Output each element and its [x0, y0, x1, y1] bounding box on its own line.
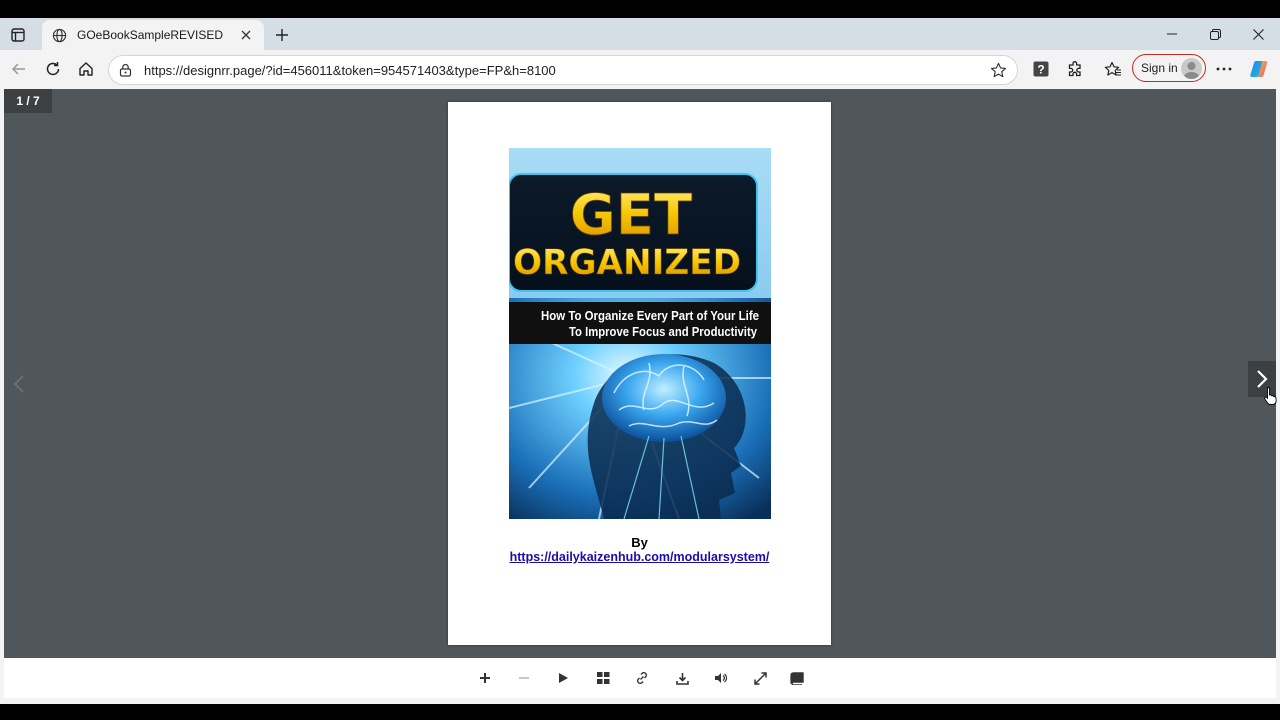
copilot-icon	[1250, 61, 1268, 77]
restore-button[interactable]	[1195, 22, 1235, 46]
back-button[interactable]	[5, 56, 33, 82]
screen: GOeBookSampleREVISED https://designrr.pa…	[0, 0, 1280, 720]
restore-icon	[1209, 28, 1221, 40]
by-text: By	[631, 535, 648, 550]
grid-icon	[596, 672, 609, 684]
close-tab-button[interactable]	[238, 27, 254, 43]
close-window-button[interactable]	[1238, 22, 1278, 46]
home-button[interactable]	[72, 56, 100, 82]
cover-title-line1: GET	[570, 183, 692, 248]
tab-title: GOeBookSampleREVISED	[77, 28, 224, 42]
extensions-icon	[1068, 60, 1081, 76]
avatar-icon	[1184, 62, 1199, 79]
ebook-page: GET ORGANIZED How To Organize Every Part…	[448, 102, 831, 645]
tab-bar: GOeBookSampleREVISED	[0, 18, 1280, 50]
minimize-button[interactable]	[1152, 22, 1192, 46]
book-icon	[790, 671, 804, 685]
autoplay-button[interactable]	[553, 668, 573, 688]
help-extension-button[interactable]: ?	[1027, 56, 1055, 82]
download-icon	[675, 672, 689, 685]
browser-tab[interactable]: GOeBookSampleREVISED	[42, 20, 264, 50]
fullscreen-icon	[753, 671, 767, 685]
minimize-icon	[1167, 33, 1177, 35]
book-cover-image: GET ORGANIZED How To Organize Every Part…	[509, 148, 771, 519]
tab-actions-icon	[11, 28, 25, 42]
chevron-left-icon	[13, 375, 24, 393]
tab-actions-button[interactable]	[4, 22, 32, 48]
favorites-icon	[1104, 61, 1121, 76]
page-counter: 1 / 7	[4, 89, 52, 113]
zoom-out-icon	[519, 677, 529, 679]
sound-button[interactable]	[711, 668, 731, 688]
zoom-out-button[interactable]	[514, 668, 534, 688]
play-icon	[559, 673, 568, 683]
hand-cursor-icon	[1264, 387, 1277, 405]
favorites-button[interactable]	[1099, 56, 1127, 82]
sign-in-label: Sign in	[1141, 61, 1178, 75]
cover-graphic: GET ORGANIZED How To Organize Every Part…	[509, 148, 771, 519]
author-link[interactable]: https://dailykaizenhub.com/modularsystem…	[448, 550, 831, 564]
close-icon	[1252, 28, 1264, 40]
back-icon	[11, 63, 25, 75]
address-bar[interactable]: https://designrr.page/?id=456011&token=9…	[108, 55, 1018, 85]
cover-subtitle-line2: To Improve Focus and Productivity	[569, 324, 758, 339]
browser-window: GOeBookSampleREVISED https://designrr.pa…	[0, 18, 1280, 704]
previous-page-button[interactable]	[10, 369, 28, 399]
refresh-button[interactable]	[39, 56, 67, 82]
new-tab-button[interactable]	[270, 24, 294, 46]
browser-toolbar: https://designrr.page/?id=456011&token=9…	[0, 50, 1280, 88]
sign-in-button[interactable]: Sign in	[1132, 54, 1206, 82]
close-icon	[241, 30, 251, 40]
sound-icon	[715, 673, 728, 683]
plus-icon	[276, 29, 288, 41]
avatar	[1181, 58, 1202, 79]
url-text[interactable]: https://designrr.page/?id=456011&token=9…	[144, 63, 990, 78]
refresh-icon	[46, 62, 60, 76]
svg-text:?: ?	[1037, 63, 1044, 77]
lock-icon[interactable]	[119, 63, 132, 77]
cover-title-line2: ORGANIZED	[513, 243, 741, 283]
flipbook-viewer: 1 / 7 GET ORGANIZED How To Organize Ever…	[4, 89, 1277, 658]
help-icon: ?	[1033, 61, 1049, 77]
viewer-controls	[4, 658, 1276, 698]
fullscreen-button[interactable]	[750, 668, 770, 688]
more-icon	[1216, 67, 1232, 71]
globe-icon	[52, 28, 67, 42]
share-link-button[interactable]	[632, 668, 652, 688]
home-icon	[79, 62, 93, 76]
more-button[interactable]	[1210, 56, 1238, 82]
zoom-in-icon	[480, 673, 490, 683]
star-icon[interactable]	[990, 62, 1007, 79]
download-button[interactable]	[672, 668, 692, 688]
link-icon	[637, 672, 647, 684]
extensions-button[interactable]	[1061, 56, 1089, 82]
thumbnails-button[interactable]	[593, 668, 613, 688]
zoom-in-button[interactable]	[475, 668, 495, 688]
table-of-contents-button[interactable]	[787, 668, 807, 688]
copilot-button[interactable]	[1245, 56, 1273, 82]
cover-subtitle-line1: How To Organize Every Part of Your Life	[541, 308, 759, 323]
